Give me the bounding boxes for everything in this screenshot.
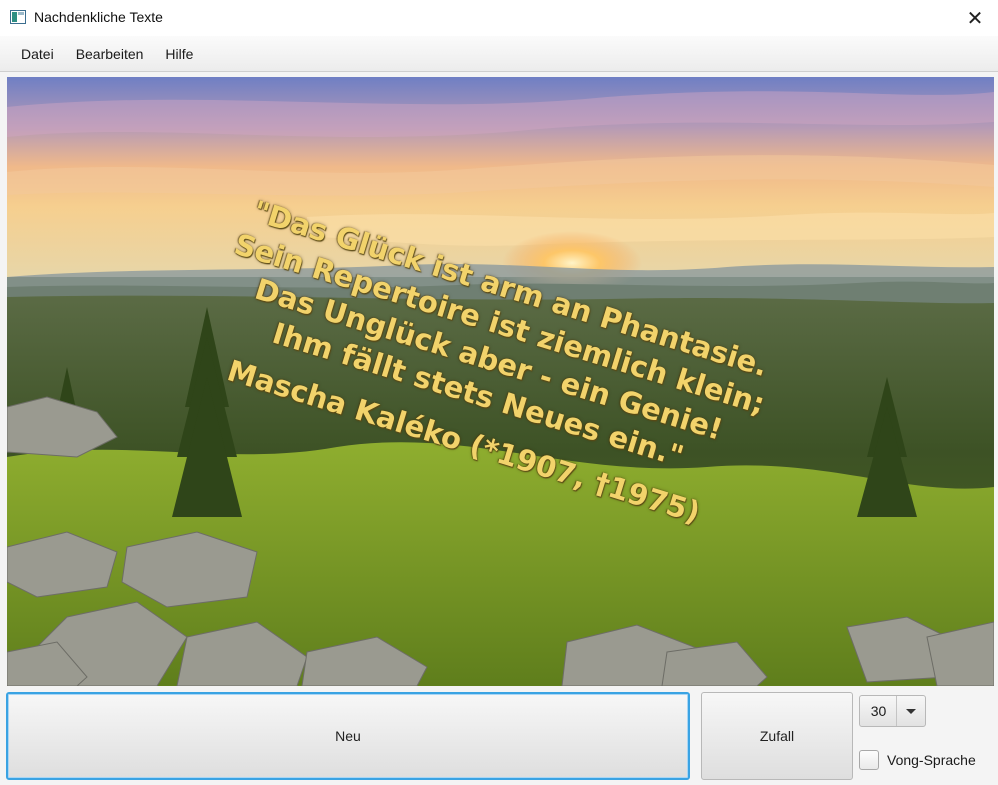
font-size-value: 30 [870,703,887,719]
background-landscape-image: "Das Glück ist arm an Phantasie. Sein Re… [7,77,994,686]
vong-sprache-label[interactable]: Vong-Sprache [887,752,976,768]
close-icon[interactable]: ✕ [952,0,998,36]
window-title: Nachdenkliche Texte [34,9,163,25]
menu-bearbeiten[interactable]: Bearbeiten [65,36,155,72]
menu-datei[interactable]: Datei [10,36,65,72]
app-window-icon [10,10,26,24]
vong-sprache-checkbox-row: Vong-Sprache [859,750,976,770]
chevron-down-icon[interactable] [896,696,925,726]
title-bar: Nachdenkliche Texte ✕ [0,0,998,36]
vong-sprache-checkbox[interactable] [859,750,879,770]
random-button[interactable]: Zufall [701,692,853,780]
new-button[interactable]: Neu [6,692,690,780]
font-size-select[interactable]: 30 [859,695,926,727]
landscape-illustration [7,77,994,686]
menu-bar: Datei Bearbeiten Hilfe [0,36,998,72]
menu-hilfe[interactable]: Hilfe [154,36,204,72]
